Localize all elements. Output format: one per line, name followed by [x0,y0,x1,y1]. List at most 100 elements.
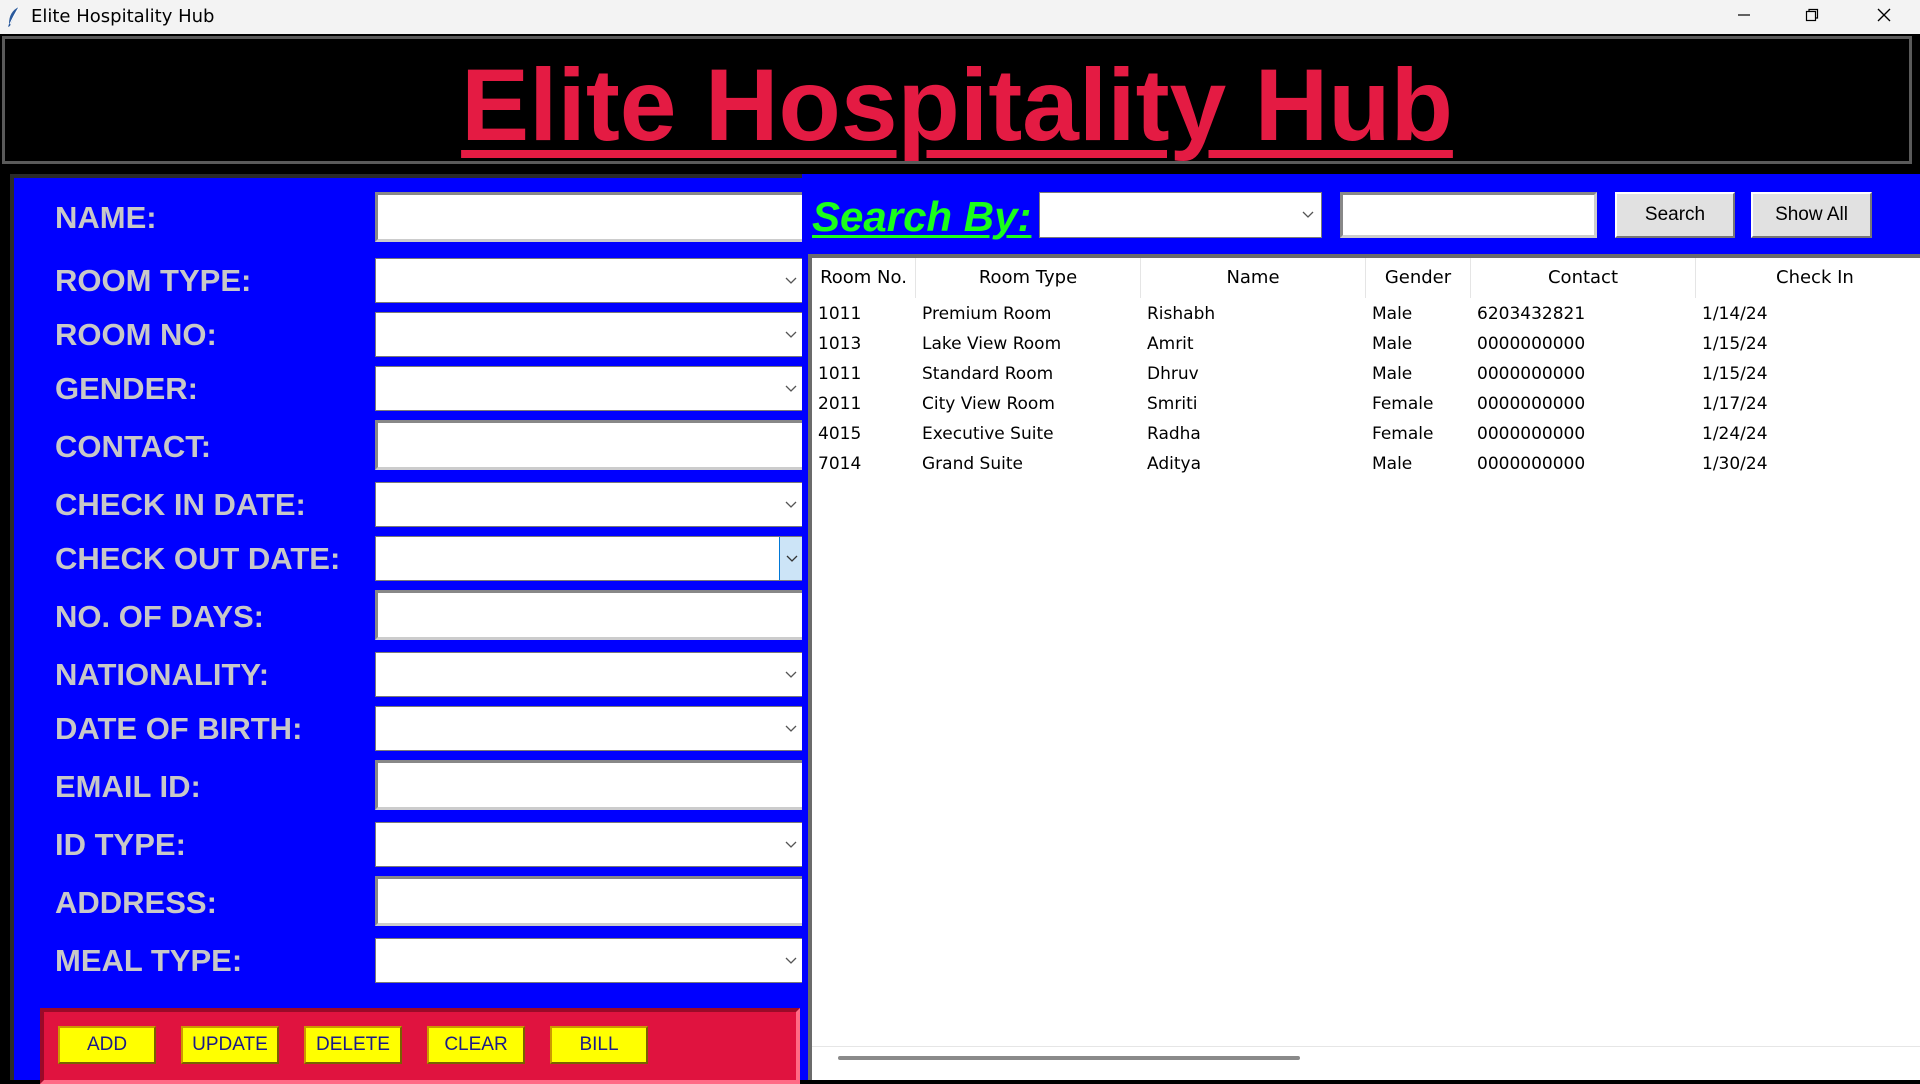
guest-form-panel: NAME: ROOM TYPE: ROOM NO: GENDER: CONTAC… [10,174,805,1084]
cell-gender: Male [1372,304,1413,324]
address-field[interactable] [375,876,805,926]
cell-name: Amrit [1147,334,1194,354]
table-row[interactable]: 1011 Premium Room Rishabh Male 620343282… [812,299,1920,329]
column-header-contact[interactable]: Contact [1471,258,1696,298]
cell-gender: Female [1372,424,1434,444]
chevron-down-icon [782,836,800,854]
feather-app-icon [6,6,22,28]
add-button[interactable]: ADD [58,1026,156,1064]
action-button-bar: ADD UPDATE DELETE CLEAR BILL [40,1008,800,1084]
close-button[interactable] [1850,0,1918,34]
cell-room-type: Premium Room [922,304,1052,324]
table-row[interactable]: 4015 Executive Suite Radha Female 000000… [812,419,1920,449]
chevron-down-icon [782,326,800,344]
table-row[interactable]: 1013 Lake View Room Amrit Male 000000000… [812,329,1920,359]
chevron-down-icon [782,380,800,398]
search-button[interactable]: Search [1615,192,1735,238]
horizontal-scrollbar-track[interactable] [812,1046,1920,1047]
cell-name: Aditya [1147,454,1201,474]
meal-type-label: MEAL TYPE: [55,943,243,978]
address-label: ADDRESS: [55,885,217,920]
cell-contact: 0000000000 [1477,454,1586,474]
cell-room-no: 1011 [818,364,862,384]
cell-check-in: 1/15/24 [1702,364,1768,384]
chevron-down-icon [782,272,800,290]
minimize-icon [1737,8,1751,27]
no-of-days-label: NO. OF DAYS: [55,599,264,634]
cell-room-type: City View Room [922,394,1055,414]
email-id-label: EMAIL ID: [55,769,201,804]
cell-check-in: 1/30/24 [1702,454,1768,474]
column-header-gender[interactable]: Gender [1366,258,1471,298]
date-of-birth-label: DATE OF BIRTH: [55,711,303,746]
bill-button[interactable]: BILL [550,1026,648,1064]
table-header: Room No. Room Type Name Gender Contact C… [812,258,1920,298]
delete-button[interactable]: DELETE [304,1026,402,1064]
cell-room-no: 1013 [818,334,862,354]
cell-room-type: Executive Suite [922,424,1054,444]
cell-contact: 0000000000 [1477,364,1586,384]
check-out-date-label: CHECK OUT DATE: [55,541,341,576]
name-field[interactable] [375,192,805,242]
window-title-bar: Elite Hospitality Hub [0,0,1920,34]
horizontal-scrollbar-thumb[interactable] [838,1056,1300,1060]
room-no-label: ROOM NO: [55,317,217,352]
column-header-name[interactable]: Name [1141,258,1366,298]
cell-name: Smriti [1147,394,1198,414]
page-title: Elite Hospitality Hub [461,48,1453,162]
cell-gender: Male [1372,364,1413,384]
cell-contact: 0000000000 [1477,424,1586,444]
table-row[interactable]: 1011 Standard Room Dhruv Male 0000000000… [812,359,1920,389]
cell-room-type: Grand Suite [922,454,1023,474]
cell-contact: 0000000000 [1477,394,1586,414]
show-all-button[interactable]: Show All [1751,192,1872,238]
cell-check-in: 1/15/24 [1702,334,1768,354]
update-button[interactable]: UPDATE [181,1026,279,1064]
table-row[interactable]: 2011 City View Room Smriti Female 000000… [812,389,1920,419]
cell-contact: 0000000000 [1477,334,1586,354]
cell-name: Radha [1147,424,1201,444]
chevron-down-icon[interactable] [779,537,804,580]
gender-select[interactable] [375,366,805,411]
contact-field[interactable] [375,420,805,470]
cell-room-no: 4015 [818,424,862,444]
date-of-birth-select[interactable] [375,706,805,751]
nationality-label: NATIONALITY: [55,657,270,692]
column-header-room-type[interactable]: Room Type [916,258,1141,298]
id-type-select[interactable] [375,822,805,867]
room-no-select[interactable] [375,312,805,357]
search-by-select[interactable] [1039,192,1322,238]
cell-contact: 6203432821 [1477,304,1586,324]
close-icon [1876,7,1892,28]
no-of-days-field[interactable] [375,590,805,640]
cell-gender: Male [1372,334,1413,354]
column-header-check-in[interactable]: Check In [1696,258,1920,298]
chevron-down-icon [782,720,800,738]
name-label: NAME: [55,200,157,235]
room-type-select[interactable] [375,258,805,303]
records-panel: Search By: Search Show All Room No. Room… [802,174,1920,1080]
cell-room-no: 7014 [818,454,862,474]
meal-type-select[interactable] [375,938,805,983]
check-out-date-select[interactable] [375,536,805,581]
cell-check-in: 1/17/24 [1702,394,1768,414]
check-in-date-label: CHECK IN DATE: [55,487,306,522]
chevron-down-icon [1299,206,1317,224]
search-input[interactable] [1340,192,1597,238]
cell-room-no: 2011 [818,394,862,414]
nationality-select[interactable] [375,652,805,697]
room-type-label: ROOM TYPE: [55,263,252,298]
check-in-date-select[interactable] [375,482,805,527]
cell-room-no: 1011 [818,304,862,324]
restore-button[interactable] [1778,0,1846,34]
minimize-button[interactable] [1710,0,1778,34]
cell-gender: Male [1372,454,1413,474]
column-header-room-no[interactable]: Room No. [812,258,916,298]
table-row[interactable]: 7014 Grand Suite Aditya Male 0000000000 … [812,449,1920,479]
cell-room-type: Lake View Room [922,334,1062,354]
contact-label: CONTACT: [55,429,212,464]
clear-button[interactable]: CLEAR [427,1026,525,1064]
email-field[interactable] [375,760,805,810]
records-table[interactable]: Room No. Room Type Name Gender Contact C… [808,254,1920,1080]
cell-name: Rishabh [1147,304,1216,324]
